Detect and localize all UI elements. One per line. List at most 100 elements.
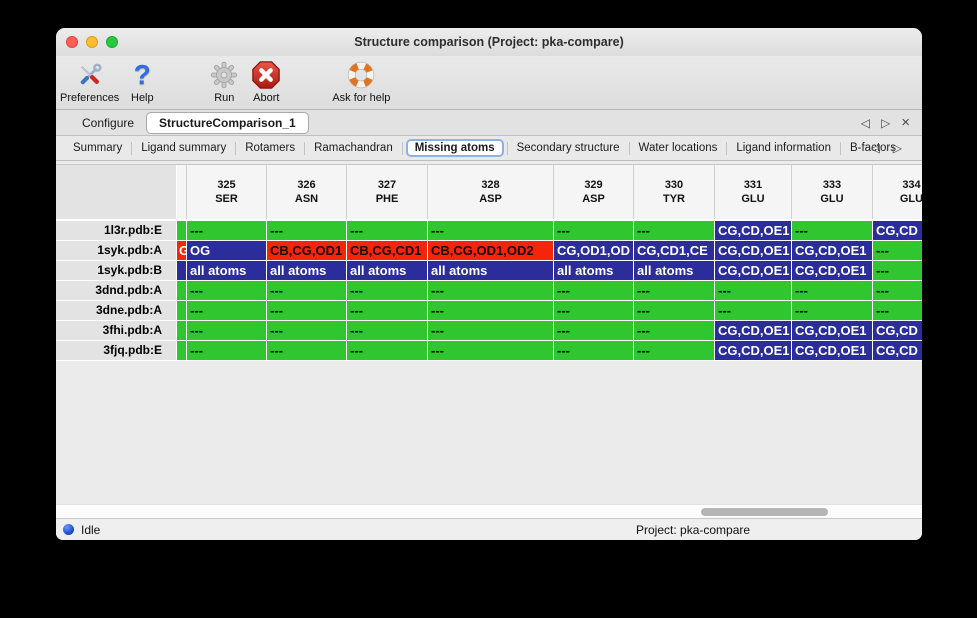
toolbar-button-abort[interactable]: Abort (250, 59, 282, 104)
column-number: 326 (297, 178, 315, 192)
atom-cell: --- (347, 281, 428, 301)
table-row-1l3r-pdb-e: 1l3r.pdb:E------------------CG,CD,OE1---… (56, 221, 922, 241)
atom-cell: CG,CD,OE1 (715, 241, 792, 261)
atom-cell: --- (267, 341, 347, 361)
toolbar-button-label: Run (214, 92, 234, 104)
toolbar-button-run[interactable]: Run (208, 59, 240, 104)
title-bar: Structure comparison (Project: pka-compa… (56, 28, 922, 56)
atom-cell: --- (715, 301, 792, 321)
atom-cell: all atoms (267, 261, 347, 281)
toolbar-button-label: Preferences (60, 92, 119, 104)
atom-cell: CG,CD (873, 321, 922, 341)
atom-cell: --- (347, 301, 428, 321)
atom-cell: CG,CD,OE1 (792, 241, 873, 261)
column-header-334: 334GLU (873, 165, 922, 219)
atom-cell: CG,CD (873, 341, 922, 361)
abort-stop-icon (250, 59, 282, 91)
subtab-ramachandran[interactable]: Ramachandran (305, 140, 402, 156)
tab-structurecomparison-1[interactable]: StructureComparison_1 (146, 112, 309, 134)
subtab-secondary-structure[interactable]: Secondary structure (508, 140, 629, 156)
prev-subtab-button[interactable]: ◁ (871, 141, 880, 155)
main-tab-bar: ConfigureStructureComparison_1 ◁ ▷ × (56, 110, 922, 136)
atom-cell: --- (347, 321, 428, 341)
window-title: Structure comparison (Project: pka-compa… (354, 35, 624, 49)
toolbar-button-help[interactable]: ?Help (126, 59, 158, 104)
next-tab-button[interactable]: ▷ (881, 116, 890, 130)
edge-cell (177, 261, 187, 281)
toolbar: Preferences?HelpRunAbortAsk for help (56, 56, 922, 110)
atom-cell: CG,CD,OE1 (715, 321, 792, 341)
column-residue: GLU (741, 192, 764, 206)
prev-tab-button[interactable]: ◁ (861, 116, 870, 130)
column-residue: ASN (295, 192, 318, 206)
toolbar-button-label: Help (131, 92, 154, 104)
subtab-rotamers[interactable]: Rotamers (236, 140, 304, 156)
atom-cell: --- (554, 281, 634, 301)
tab-configure[interactable]: Configure (70, 113, 146, 133)
column-number: 328 (481, 178, 499, 192)
subtab-ligand-summary[interactable]: Ligand summary (132, 140, 235, 156)
help-question-icon: ? (126, 59, 158, 91)
atom-cell: all atoms (187, 261, 267, 281)
app-window: Structure comparison (Project: pka-compa… (56, 28, 922, 540)
subtab-separator (402, 142, 403, 155)
atom-cell: CG,CD,OE1 (792, 341, 873, 361)
toolbar-button-preferences[interactable]: Preferences (60, 59, 119, 104)
close-button[interactable] (66, 36, 78, 48)
atom-cell: all atoms (634, 261, 715, 281)
column-number: 325 (217, 178, 235, 192)
edge-cell (177, 221, 187, 241)
subtab-missing-atoms[interactable]: Missing atoms (406, 139, 504, 157)
atom-cell: all atoms (554, 261, 634, 281)
atom-cell: --- (187, 341, 267, 361)
column-header-326: 326ASN (267, 165, 347, 219)
atom-cell: --- (267, 221, 347, 241)
subtab-summary[interactable]: Summary (64, 140, 131, 156)
status-bar: Idle Project: pka-compare (56, 518, 922, 540)
column-header-330: 330TYR (634, 165, 715, 219)
tab-nav-controls: ◁ ▷ × (861, 110, 910, 135)
row-label: 1syk.pdb:B (56, 261, 177, 281)
atom-cell: CG,OD1,OD (554, 241, 634, 261)
subtab-water-locations[interactable]: Water locations (630, 140, 727, 156)
toolbar-button-ask-for-help[interactable]: Ask for help (332, 59, 390, 104)
sub-tab-bar: SummaryLigand summaryRotamersRamachandra… (56, 136, 922, 161)
atom-cell: OG (187, 241, 267, 261)
atom-cell: --- (554, 221, 634, 241)
atom-cell: all atoms (428, 261, 554, 281)
subtab-nav-controls: ◁ ▷ (871, 136, 902, 160)
column-number: 333 (823, 178, 841, 192)
next-subtab-button[interactable]: ▷ (893, 141, 902, 155)
horizontal-scrollbar-thumb[interactable] (701, 508, 828, 516)
close-tab-button[interactable]: × (901, 117, 910, 129)
subtab-ligand-information[interactable]: Ligand information (727, 140, 840, 156)
row-label: 1l3r.pdb:E (56, 221, 177, 241)
atom-cell: --- (187, 301, 267, 321)
atom-cell: --- (634, 221, 715, 241)
atom-cell: --- (187, 321, 267, 341)
horizontal-scrollbar[interactable] (56, 504, 922, 518)
atom-cell: --- (428, 301, 554, 321)
zoom-button[interactable] (106, 36, 118, 48)
column-number: 331 (744, 178, 762, 192)
row-label: 3dne.pdb:A (56, 301, 177, 321)
column-header-327: 327PHE (347, 165, 428, 219)
atom-cell: --- (428, 221, 554, 241)
column-residue: ASP (479, 192, 502, 206)
atom-cell: --- (187, 221, 267, 241)
minimize-button[interactable] (86, 36, 98, 48)
atom-cell: --- (554, 321, 634, 341)
column-header-328: 328ASP (428, 165, 554, 219)
missing-atoms-panel: 325SER326ASN327PHE328ASP329ASP330TYR331G… (56, 161, 922, 504)
column-residue: SER (215, 192, 238, 206)
atom-cell: --- (634, 281, 715, 301)
column-residue: ASP (582, 192, 605, 206)
project-label: Project: pka-compare (636, 523, 750, 537)
atom-cell: --- (347, 341, 428, 361)
table-row-3fjq-pdb-e: 3fjq.pdb:E------------------CG,CD,OE1CG,… (56, 341, 922, 361)
status-indicator-icon (63, 524, 74, 535)
row-label: 3dnd.pdb:A (56, 281, 177, 301)
atom-cell: --- (715, 281, 792, 301)
edge-cell (177, 301, 187, 321)
table-row-1syk-pdb-b: 1syk.pdb:Ball atomsall atomsall atomsall… (56, 261, 922, 281)
